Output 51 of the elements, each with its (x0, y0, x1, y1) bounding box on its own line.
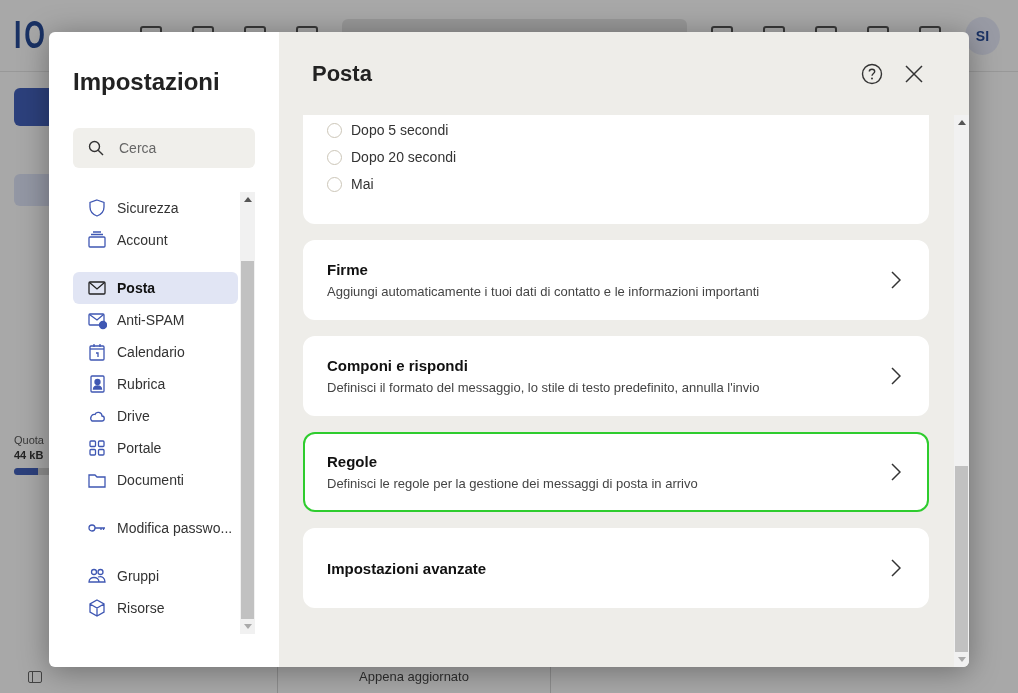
settings-link-card[interactable]: Componi e rispondi Definisci il formato del messaggio, lo stile di testo predefinito, annulla l'invio (303, 336, 929, 416)
calendar-icon (87, 342, 107, 362)
settings-link-card[interactable]: Firme Aggiungi automaticamente i tuoi dati di contatto e le informazioni importanti (303, 240, 929, 320)
sidebar-toggle-icon[interactable] (28, 671, 42, 683)
scrollbar[interactable] (954, 115, 969, 667)
nav-item[interactable]: Gruppi (73, 560, 238, 592)
nav-item[interactable]: Rubrica (73, 368, 238, 400)
chevron-right-icon (891, 271, 901, 289)
envelope-icon (87, 278, 107, 298)
status-text: Appena aggiornato (359, 668, 469, 684)
close-icon[interactable] (905, 64, 923, 83)
chevron-right-icon (891, 463, 901, 481)
nav-item[interactable]: Anti-SPAM (73, 304, 238, 336)
contact-card-icon (87, 374, 107, 394)
nav-item[interactable]: Calendario (73, 336, 238, 368)
settings-link-card[interactable]: Impostazioni avanzate (303, 528, 929, 608)
card-title: Impostazioni avanzate (327, 559, 488, 577)
nav-item[interactable]: Posta (73, 272, 238, 304)
scrollbar[interactable] (240, 192, 255, 634)
dialog-title: Impostazioni (73, 68, 221, 97)
search-field[interactable]: Cerca (73, 128, 255, 168)
tray-icon (87, 230, 107, 250)
chevron-right-icon (891, 367, 901, 385)
people-icon (87, 566, 107, 586)
nav-item[interactable]: Account (73, 224, 238, 256)
nav-item[interactable]: Documenti (73, 464, 238, 496)
card-description: Definisci il formato del messaggio, lo stile di testo predefinito, annulla l'invio (327, 380, 761, 395)
section-title: Posta (312, 60, 373, 87)
help-icon[interactable] (861, 62, 883, 85)
nav-item[interactable]: Modifica passwo... (73, 512, 238, 544)
radio-option[interactable]: Dopo 20 secondi (327, 147, 457, 167)
card-description: Aggiungi automaticamente i tuoi dati di contatto e le informazioni importanti (327, 284, 761, 299)
quota-label: Quota (14, 434, 45, 446)
cube-icon (87, 598, 107, 618)
card-description: Definisci le regole per la gestione dei messaggi di posta in arrivo (327, 476, 699, 491)
chevron-right-icon (891, 559, 901, 577)
settings-link-card[interactable]: Regole Definisci le regole per la gestione dei messaggi di posta in arrivo (303, 432, 929, 512)
grid-icon (87, 438, 107, 458)
quota-value: 44 kB (14, 449, 45, 461)
nav-item[interactable]: Risorse (73, 592, 238, 624)
shield-icon (87, 198, 107, 218)
avatar[interactable]: SI (964, 16, 1000, 55)
nav-item[interactable]: Portale (73, 432, 238, 464)
envelope-icon (87, 310, 107, 330)
nav-item[interactable]: Drive (73, 400, 238, 432)
radio-option[interactable]: Dopo 5 secondi (327, 120, 449, 140)
card-title: Regole (327, 453, 378, 470)
nav-item[interactable]: Sicurezza (73, 192, 238, 224)
card-title: Firme (327, 261, 369, 278)
radio-option[interactable]: Mai (327, 174, 374, 194)
card-title: Componi e rispondi (327, 357, 469, 374)
